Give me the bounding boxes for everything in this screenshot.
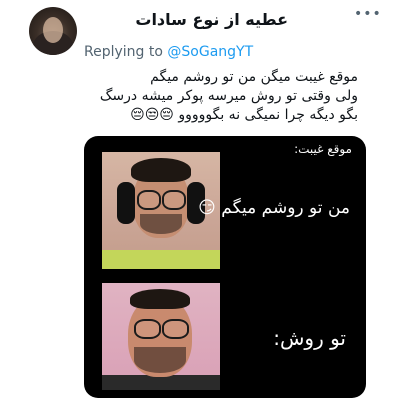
glasses-right-lens (162, 319, 189, 339)
hair (131, 158, 191, 182)
shirt (102, 375, 220, 390)
avatar-face (43, 17, 63, 43)
glasses-right-lens (162, 190, 186, 210)
tweet-text: موقع غیبت میگن من تو روشم میگم ولی وقتی … (58, 68, 358, 125)
tweet-text-line: ولی وقتی تو روش میرسه پوکر میشه ‌درسگ (99, 88, 358, 104)
display-name[interactable]: عطیه از نوع سادات (135, 10, 288, 29)
meme-caption-2: تو روش: (273, 326, 346, 350)
meme-photo-bottom (102, 283, 220, 390)
beard (140, 214, 182, 234)
tweet-media-image[interactable]: موقع غیبت: من تو روشم میگم 😏 تو روش: (84, 136, 366, 398)
tweet-text-line: بگو دیگه چرا نمیگی نه بگووووو 😔😒😔 (130, 107, 358, 123)
hair (130, 289, 190, 309)
tweet-text-line: موقع غیبت میگن من تو روشم میگم (150, 69, 358, 85)
tweet: عطیه از نوع سادات ••• Replying to @SoGan… (0, 0, 400, 400)
reply-prefix: Replying to (84, 44, 163, 60)
reply-handle-link[interactable]: @SoGangYT (167, 44, 253, 60)
avatar[interactable] (29, 7, 77, 55)
meme-caption-top: موقع غیبت: (294, 142, 352, 156)
headphone-left (117, 182, 135, 224)
reply-line: Replying to @SoGangYT (84, 44, 253, 60)
beard (134, 347, 186, 373)
shirt (102, 250, 220, 269)
glasses-left-lens (134, 319, 161, 339)
glasses-left-lens (137, 190, 161, 210)
meme-caption-1: من تو روشم میگم 😏 (198, 198, 350, 218)
more-icon[interactable]: ••• (354, 6, 381, 22)
